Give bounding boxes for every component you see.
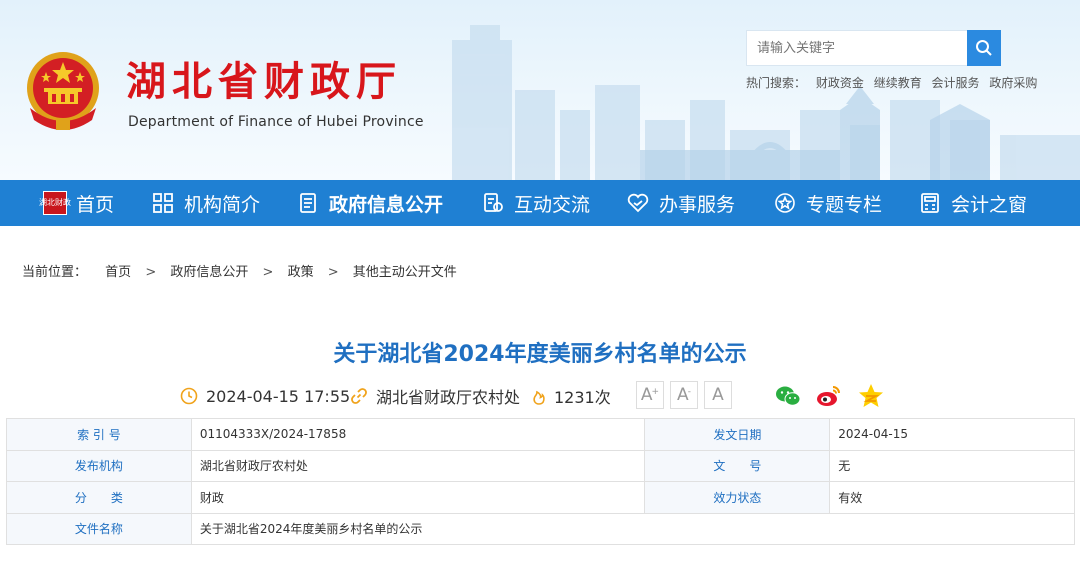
views-text: 1231次	[554, 388, 611, 407]
nav-item-home[interactable]: 湖北财政 首页	[39, 180, 115, 226]
table-row: 分 类 财政 效力状态 有效	[6, 481, 1075, 514]
search-input[interactable]	[746, 30, 968, 66]
breadcrumb-separator: >	[327, 265, 339, 280]
validity-status-label: 效力状态	[644, 481, 831, 514]
article-title: 关于湖北省2024年度美丽乡村名单的公示	[333, 342, 747, 367]
table-row: 发布机构 湖北省财政厅农村处 文 号 无	[6, 449, 1075, 482]
hot-search-label: 热门搜索：	[746, 76, 807, 90]
breadcrumb-item[interactable]: 政府信息公开	[170, 265, 248, 280]
table-row: 索 引 号 01104333X/2024-17858 发文日期 2024-04-…	[6, 418, 1075, 451]
nav-item-label: 办事服务	[659, 193, 736, 216]
grid-icon	[150, 190, 176, 216]
category-label: 分 类	[6, 481, 192, 514]
nav-item-label: 首页	[76, 193, 115, 216]
nav-item-about[interactable]: 机构简介	[150, 180, 260, 226]
nav-item-label: 互动交流	[514, 193, 591, 216]
breadcrumb: 当前位置： 首页 > 政府信息公开 > 政策 > 其他主动公开文件	[22, 261, 457, 280]
nav-item-label: 政府信息公开	[329, 193, 444, 216]
site-subtitle: Department of Finance of Hubei Province	[128, 114, 424, 130]
nav-item-accounting[interactable]: 会计之窗	[917, 180, 1027, 226]
validity-status-value: 有效	[829, 481, 1075, 514]
article-source: 湖北省财政厅农村处	[350, 383, 520, 409]
category-value: 财政	[190, 481, 646, 514]
nav-item-gov-info[interactable]: 政府信息公开	[295, 180, 443, 226]
issue-date-value: 2024-04-15	[829, 418, 1075, 451]
document-number-value: 无	[829, 449, 1075, 482]
breadcrumb-separator: >	[145, 265, 157, 280]
file-name-label: 文件名称	[6, 512, 192, 545]
breadcrumb-separator: >	[262, 265, 274, 280]
nav-item-topics[interactable]: 专题专栏	[772, 180, 882, 226]
breadcrumb-label: 当前位置：	[22, 265, 88, 280]
nav-item-interaction[interactable]: 互动交流	[480, 180, 590, 226]
view-count: 1231次	[532, 383, 611, 409]
header-banner: 湖北省财政厅 Department of Finance of Hubei Pr…	[0, 0, 1080, 180]
publisher-value: 湖北省财政厅农村处	[190, 449, 646, 482]
link-icon	[351, 388, 367, 404]
hot-search-item[interactable]: 财政资金	[816, 76, 864, 90]
breadcrumb-item[interactable]: 其他主动公开文件	[353, 265, 457, 280]
search-box	[746, 30, 1001, 66]
chat-doc-icon	[480, 190, 506, 216]
publish-datetime: 2024-04-15 17:55	[180, 383, 350, 409]
index-number-value: 01104333X/2024-17858	[190, 418, 646, 451]
heart-icon	[625, 190, 651, 216]
nav-item-label: 专题专栏	[806, 193, 883, 216]
document-info-table: 索 引 号 01104333X/2024-17858 发文日期 2024-04-…	[6, 418, 1076, 545]
table-row: 文件名称 关于湖北省2024年度美丽乡村名单的公示	[6, 512, 1076, 545]
datetime-text: 2024-04-15 17:55	[206, 386, 351, 406]
breadcrumb-item[interactable]: 首页	[105, 265, 131, 280]
publisher-label: 发布机构	[6, 449, 192, 482]
search-icon	[976, 40, 992, 56]
qzone-icon[interactable]	[857, 382, 885, 410]
nav-item-services[interactable]: 办事服务	[625, 180, 735, 226]
home-logo-icon: 湖北财政	[39, 190, 71, 216]
article-meta: 2024-04-15 17:55 湖北省财政厅农村处 1231次	[0, 383, 1080, 409]
national-emblem-icon	[27, 52, 99, 130]
file-name-value: 关于湖北省2024年度美丽乡村名单的公示	[190, 512, 1076, 545]
hot-search-item[interactable]: 政府采购	[989, 76, 1037, 90]
nav-item-label: 机构简介	[184, 193, 261, 216]
hot-search: 热门搜索： 财政资金 继续教育 会计服务 政府采购	[746, 74, 1043, 91]
wechat-icon[interactable]	[774, 382, 802, 410]
calculator-icon	[917, 190, 943, 216]
breadcrumb-item[interactable]: 政策	[288, 265, 314, 280]
issue-date-label: 发文日期	[644, 418, 831, 451]
document-number-label: 文 号	[644, 449, 831, 482]
hot-search-item[interactable]: 继续教育	[874, 76, 922, 90]
font-size-default-button[interactable]: A	[704, 381, 732, 409]
weibo-icon[interactable]	[815, 382, 843, 410]
site-title: 湖北省财政厅	[126, 58, 402, 105]
source-text: 湖北省财政厅农村处	[376, 388, 521, 407]
font-size-large-button[interactable]: A +	[636, 381, 664, 409]
nav-item-label: 会计之窗	[951, 193, 1028, 216]
main-nav: 湖北财政 首页 机构简介 政府信息公开 互动交流 办事服务 专题专栏 会计之窗	[0, 180, 1080, 226]
hot-search-item[interactable]: 会计服务	[932, 76, 980, 90]
star-circle-icon	[772, 190, 798, 216]
index-number-label: 索 引 号	[6, 418, 192, 451]
clock-icon	[180, 387, 198, 405]
font-size-small-button[interactable]: A-	[670, 381, 698, 409]
search-button[interactable]	[967, 30, 1001, 66]
flame-icon	[533, 390, 545, 405]
document-icon	[295, 190, 321, 216]
